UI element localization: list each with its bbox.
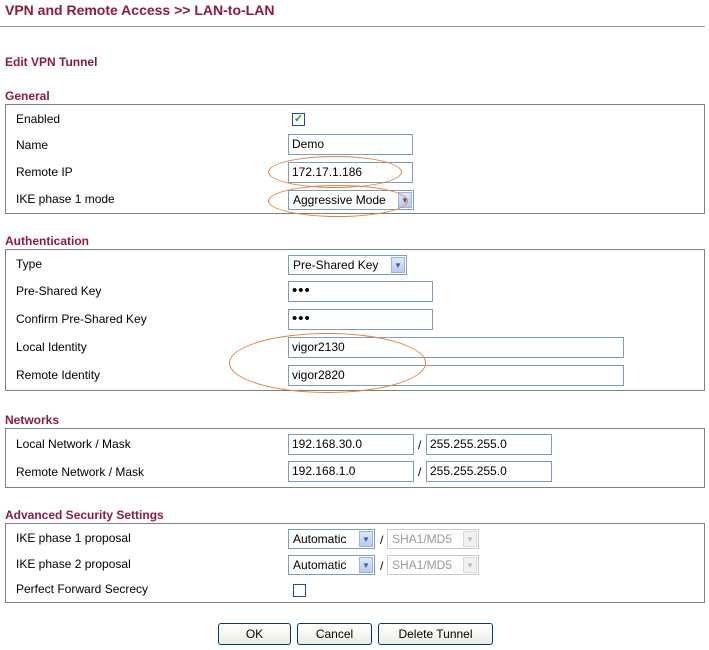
chevron-down-icon: ▼ [463,531,477,547]
chevron-down-icon[interactable]: ▼ [391,257,405,273]
page-title: VPN and Remote Access >> LAN-to-LAN [5,2,275,18]
separator: / [418,465,422,479]
section-title-networks: Networks [5,413,60,427]
auth-type-label: Type [16,257,43,271]
phase2-label: IKE phase 2 proposal [16,557,131,571]
enabled-row: Enabled ✓ [6,107,704,133]
name-row: Name Demo [6,133,704,159]
psk-row: Pre-Shared Key ••• [6,279,704,305]
chevron-down-icon[interactable]: ▼ [359,531,373,547]
confirm-psk-input[interactable]: ••• [288,309,433,330]
separator: / [380,533,384,547]
section-title-general: General [5,89,50,103]
pfs-row: Perfect Forward Secrecy [6,577,704,603]
networks-section: Local Network / Mask 192.168.30.0 / 255.… [5,428,705,488]
confirm-psk-label: Confirm Pre-Shared Key [16,312,147,326]
enabled-label: Enabled [16,112,61,126]
local-mask-input[interactable]: 255.255.255.0 [426,434,552,455]
title-divider [0,26,705,27]
phase2-proposal-value: Automatic [293,558,347,572]
phase1-proposal-select[interactable]: Automatic ▼ [288,529,375,549]
section-title-authentication: Authentication [5,234,89,248]
separator: / [418,438,422,452]
separator: / [380,559,384,573]
phase1-algorithm-value: SHA1/MD5 [392,532,453,546]
phase2-proposal-select[interactable]: Automatic ▼ [288,555,375,575]
auth-type-select[interactable]: Pre-Shared Key ▼ [288,255,407,275]
phase1-proposal-value: Automatic [293,532,347,546]
remote-mask-input[interactable]: 255.255.255.0 [426,461,552,482]
remote-network-row: Remote Network / Mask 192.168.1.0 / 255.… [6,460,704,486]
local-network-input[interactable]: 192.168.30.0 [288,434,414,455]
remote-network-label: Remote Network / Mask [16,465,145,479]
pfs-label: Perfect Forward Secrecy [16,582,149,596]
phase1-row: IKE phase 1 proposal Automatic ▼ / SHA1/… [6,526,704,552]
phase2-algorithm-select: SHA1/MD5 ▼ [387,555,479,575]
name-input[interactable]: Demo [288,134,413,155]
phase1-algorithm-select: SHA1/MD5 ▼ [387,529,479,549]
local-identity-label: Local Identity [16,340,87,354]
name-label: Name [16,138,49,152]
remote-identity-label: Remote Identity [16,368,101,382]
advanced-section: IKE phase 1 proposal Automatic ▼ / SHA1/… [5,523,705,603]
confirm-psk-row: Confirm Pre-Shared Key ••• [6,307,704,333]
ok-button[interactable]: OK [218,623,291,645]
psk-input[interactable]: ••• [288,281,433,302]
remote-ip-label: Remote IP [16,165,73,179]
cancel-button[interactable]: Cancel [297,623,372,645]
local-network-label: Local Network / Mask [16,437,131,451]
phase2-algorithm-value: SHA1/MD5 [392,558,453,572]
highlight-annotation [268,185,408,217]
phase1-label: IKE phase 1 proposal [16,531,131,545]
chevron-down-icon: ▼ [463,557,477,573]
remote-network-input[interactable]: 192.168.1.0 [288,461,414,482]
checkmark-icon: ✓ [293,113,304,125]
auth-type-row: Type Pre-Shared Key ▼ [6,252,704,278]
highlight-annotation [229,333,426,393]
local-network-row: Local Network / Mask 192.168.30.0 / 255.… [6,432,704,458]
phase2-row: IKE phase 2 proposal Automatic ▼ / SHA1/… [6,552,704,578]
pfs-checkbox[interactable] [293,584,306,597]
page-subtitle: Edit VPN Tunnel [5,55,98,69]
ike-mode-label: IKE phase 1 mode [16,192,115,206]
psk-label: Pre-Shared Key [16,284,102,298]
highlight-annotation [268,156,402,188]
enabled-checkbox[interactable]: ✓ [292,113,305,126]
chevron-down-icon[interactable]: ▼ [359,557,373,573]
section-title-advanced: Advanced Security Settings [5,508,164,522]
auth-type-value: Pre-Shared Key [293,258,379,272]
delete-tunnel-button[interactable]: Delete Tunnel [378,623,493,645]
